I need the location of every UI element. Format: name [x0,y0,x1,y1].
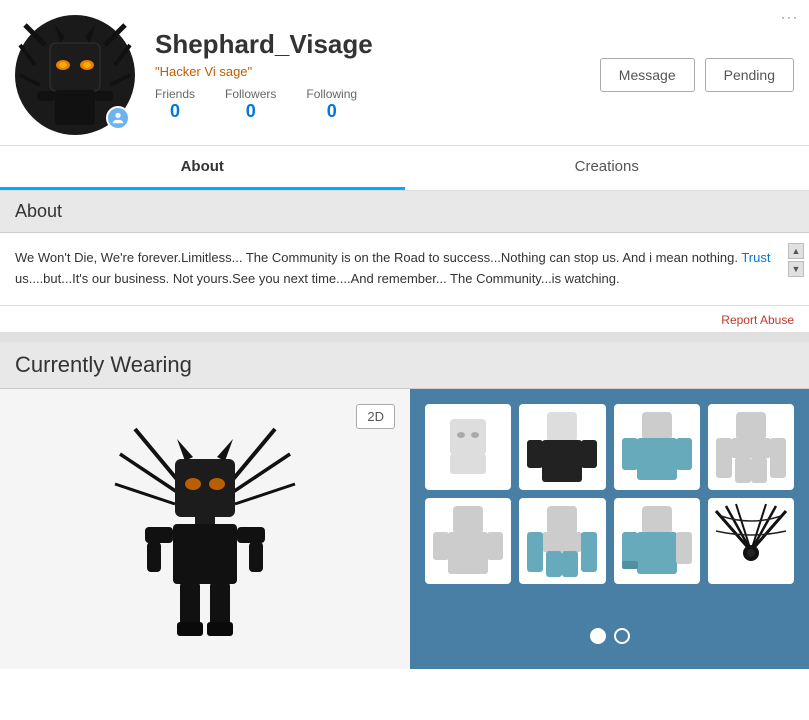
item-thumbnail-3 [617,407,697,487]
item-thumbnail-1 [428,407,508,487]
currently-wearing-header: Currently Wearing [0,337,809,389]
tab-creations[interactable]: Creations [405,146,809,190]
report-abuse-link[interactable]: Report Abuse [721,313,794,327]
item-cell-6[interactable] [519,498,605,584]
stats-row: Friends 0 Followers 0 Following 0 [155,87,600,122]
item-cell-1[interactable] [425,404,511,490]
item-thumbnail-5 [428,501,508,581]
friends-stat: Friends 0 [155,87,195,122]
scroll-up-btn[interactable]: ▲ [788,243,804,259]
item-thumbnail-4 [711,407,791,487]
item-cell-4[interactable] [708,404,794,490]
about-header: About [0,191,809,233]
character-preview: 2D [0,389,410,669]
avatar-container [15,15,135,135]
pending-button[interactable]: Pending [705,58,794,92]
followers-count: 0 [246,101,256,122]
report-container: Report Abuse [0,306,809,332]
profile-info: Shephard_Visage "Hacker Vi sage" Friends… [155,29,600,122]
trust-link[interactable]: Trust [741,250,770,265]
followers-label: Followers [225,87,276,101]
scroll-indicator: ▲ ▼ [788,243,804,277]
tab-bar: About Creations [0,146,809,191]
friends-label: Friends [155,87,195,101]
items-grid [425,404,794,585]
about-text: We Won't Die, We're forever.Limitless...… [15,248,794,290]
account-badge [106,106,130,130]
item-cell-3[interactable] [614,404,700,490]
item-thumbnail-2 [522,407,602,487]
following-stat: Following 0 [306,87,357,122]
item-thumbnail-7 [617,501,697,581]
following-label: Following [306,87,357,101]
pagination-dots [425,618,794,654]
tab-about[interactable]: About [0,146,405,190]
tagline: "Hacker Vi sage" [155,64,600,79]
followers-stat: Followers 0 [225,87,276,122]
pagination-dot-2[interactable] [614,628,630,644]
item-cell-2[interactable] [519,404,605,490]
item-thumbnail-8 [711,501,791,581]
top-bar: Shephard_Visage "Hacker Vi sage" Friends… [0,0,809,146]
three-dots-menu[interactable]: ··· [781,10,799,24]
friends-count: 0 [170,101,180,122]
item-thumbnail-6 [522,501,602,581]
following-count: 0 [327,101,337,122]
username: Shephard_Visage [155,29,600,60]
wearing-content: 2D [0,389,809,669]
item-cell-7[interactable] [614,498,700,584]
pagination-dot-1[interactable] [590,628,606,644]
view-2d-button[interactable]: 2D [356,404,395,429]
about-text-container: We Won't Die, We're forever.Limitless...… [0,233,809,306]
character-display [105,409,305,649]
profile-actions: Message Pending [600,58,794,92]
item-cell-5[interactable] [425,498,511,584]
item-cell-8[interactable] [708,498,794,584]
scroll-down-btn[interactable]: ▼ [788,261,804,277]
message-button[interactable]: Message [600,58,695,92]
items-grid-container [410,389,809,669]
